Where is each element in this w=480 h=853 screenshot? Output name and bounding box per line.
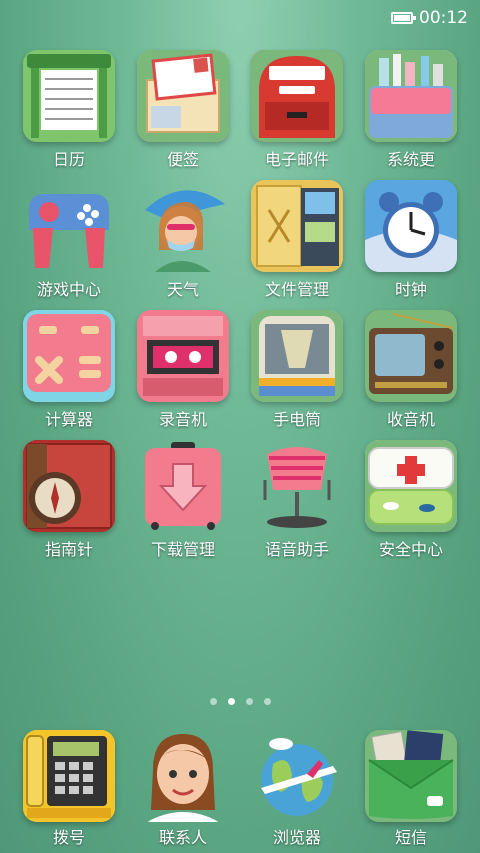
app-flashlight[interactable]: 手电筒 bbox=[240, 310, 354, 440]
recorder-icon bbox=[137, 310, 229, 402]
app-weather[interactable]: 天气 bbox=[126, 180, 240, 310]
dock-browser[interactable]: 浏览器 bbox=[240, 730, 354, 848]
voice-assistant-icon bbox=[251, 440, 343, 532]
battery-icon bbox=[391, 12, 416, 24]
app-email[interactable]: 电子邮件 bbox=[240, 50, 354, 180]
app-security-center[interactable]: 安全中心 bbox=[354, 440, 468, 570]
app-label: 安全中心 bbox=[378, 540, 443, 559]
download-icon bbox=[137, 440, 229, 532]
gamepad-icon bbox=[23, 180, 115, 272]
status-time: 00:12 bbox=[419, 8, 468, 28]
app-label: 指南针 bbox=[44, 540, 93, 559]
dock-label: 短信 bbox=[394, 828, 427, 847]
security-icon bbox=[365, 440, 457, 532]
app-calendar[interactable]: 日历 bbox=[12, 50, 126, 180]
settings-icon bbox=[365, 50, 457, 142]
status-bar: 00:12 bbox=[0, 0, 480, 36]
page-dot[interactable] bbox=[263, 698, 271, 705]
dock-sms[interactable]: 短信 bbox=[354, 730, 468, 848]
weather-icon bbox=[137, 180, 229, 272]
sms-icon bbox=[365, 730, 457, 822]
app-label: 电子邮件 bbox=[264, 150, 329, 169]
notes-icon bbox=[137, 50, 229, 142]
app-compass[interactable]: 指南针 bbox=[12, 440, 126, 570]
phone-icon bbox=[23, 730, 115, 822]
radio-icon bbox=[365, 310, 457, 402]
app-voice-assistant[interactable]: 语音助手 bbox=[240, 440, 354, 570]
app-label: 系统更 bbox=[386, 150, 435, 169]
app-grid: 日历 便签 电子邮件 系统更 游戏中心 天气 文件管理 时钟 计算器 录音机 手… bbox=[12, 50, 468, 570]
app-system-update[interactable]: 系统更 bbox=[354, 50, 468, 180]
app-game-center[interactable]: 游戏中心 bbox=[12, 180, 126, 310]
app-label: 收音机 bbox=[386, 410, 435, 429]
app-label: 手电筒 bbox=[272, 410, 321, 429]
app-label: 录音机 bbox=[158, 410, 207, 429]
page-indicator bbox=[0, 698, 480, 705]
browser-icon bbox=[251, 730, 343, 822]
dock-label: 浏览器 bbox=[272, 828, 321, 847]
app-label: 文件管理 bbox=[264, 280, 329, 299]
dock-label: 联系人 bbox=[158, 828, 207, 847]
dock-label: 拨号 bbox=[52, 828, 85, 847]
compass-icon bbox=[23, 440, 115, 532]
app-label: 天气 bbox=[166, 280, 199, 299]
dock-contacts[interactable]: 联系人 bbox=[126, 730, 240, 848]
page-dot-active[interactable] bbox=[227, 698, 235, 705]
calculator-icon bbox=[23, 310, 115, 402]
app-download-manager[interactable]: 下载管理 bbox=[126, 440, 240, 570]
app-calculator[interactable]: 计算器 bbox=[12, 310, 126, 440]
page-dot[interactable] bbox=[245, 698, 253, 705]
app-label: 便签 bbox=[166, 150, 199, 169]
flashlight-icon bbox=[251, 310, 343, 402]
app-label: 时钟 bbox=[394, 280, 427, 299]
dock: 拨号 联系人 浏览器 短信 bbox=[12, 730, 468, 848]
app-notes[interactable]: 便签 bbox=[126, 50, 240, 180]
app-label: 游戏中心 bbox=[36, 280, 101, 299]
alarm-clock-icon bbox=[365, 180, 457, 272]
app-label: 计算器 bbox=[44, 410, 93, 429]
page-dot[interactable] bbox=[209, 698, 217, 705]
calendar-icon bbox=[23, 50, 115, 142]
folder-icon bbox=[251, 180, 343, 272]
app-file-manager[interactable]: 文件管理 bbox=[240, 180, 354, 310]
dock-dialer[interactable]: 拨号 bbox=[12, 730, 126, 848]
app-label: 语音助手 bbox=[264, 540, 329, 559]
email-icon bbox=[251, 50, 343, 142]
app-recorder[interactable]: 录音机 bbox=[126, 310, 240, 440]
app-label: 日历 bbox=[52, 150, 85, 169]
app-label: 下载管理 bbox=[150, 540, 215, 559]
app-radio[interactable]: 收音机 bbox=[354, 310, 468, 440]
contacts-icon bbox=[137, 730, 229, 822]
app-clock[interactable]: 时钟 bbox=[354, 180, 468, 310]
